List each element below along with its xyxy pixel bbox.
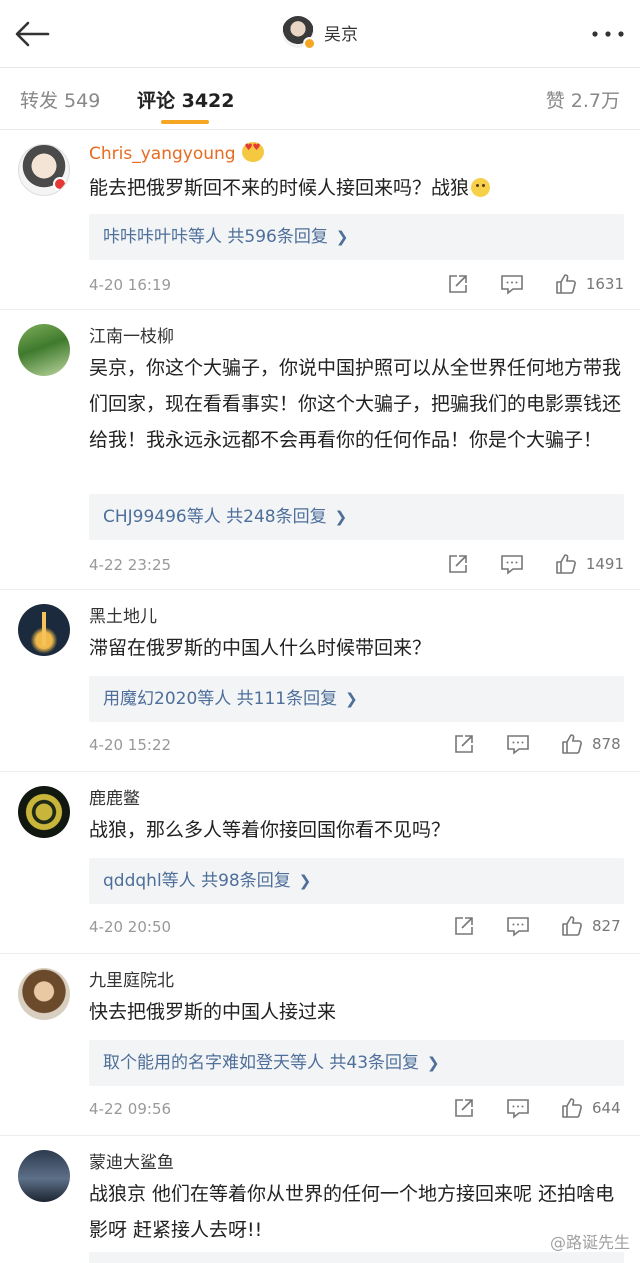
reply-summary[interactable]: qddqhl等人 共98条回复 ❯ (89, 858, 624, 904)
tab-comment[interactable]: 评论 3422 (137, 86, 235, 113)
commenter-name[interactable]: 江南一枝柳 (89, 322, 174, 347)
like-count: 1491 (585, 555, 624, 573)
like-icon[interactable] (552, 550, 580, 578)
tab-like[interactable]: 赞 2.7万 (546, 86, 620, 113)
comment-actions: 1491 (418, 550, 624, 578)
like-icon[interactable] (552, 270, 580, 298)
tab-forward[interactable]: 转发 549 (20, 86, 100, 113)
chevron-right-icon: ❯ (335, 228, 349, 246)
share-icon[interactable] (450, 730, 478, 758)
watermark: @路诞先生 (549, 1233, 630, 1252)
like-count: 827 (592, 917, 621, 935)
commenter-avatar[interactable] (18, 1150, 70, 1202)
verified-badge-icon (303, 37, 316, 50)
chevron-right-icon: ❯ (298, 872, 312, 890)
comment-time: 4-20 15:22 (89, 736, 172, 754)
comment-item: 蒙迪大鲨鱼 战狼京 他们在等着你从世界的任何一个地方接回来呢 还拍啥电影呀 赶紧… (0, 1136, 640, 1263)
commenter-name[interactable]: 黑土地儿 (89, 602, 157, 627)
commenter-avatar[interactable] (18, 786, 70, 838)
chevron-right-icon: ❯ (427, 1054, 440, 1072)
comment-item: 黑土地儿 滞留在俄罗斯的中国人什么时候带回来？ 用魔幻2020等人 共111条回… (0, 590, 640, 772)
author-avatar[interactable] (282, 16, 316, 50)
comment-time: 4-20 16:19 (89, 276, 172, 294)
share-icon[interactable] (444, 270, 472, 298)
comment-list: Chris_yangyoung 能去把俄罗斯回不来的时候人接回来吗？战狼 咔咔咔… (0, 130, 640, 1263)
chevron-right-icon: ❯ (334, 508, 348, 526)
comment-time: 4-22 23:25 (89, 556, 172, 574)
commenter-avatar[interactable] (18, 604, 70, 656)
commenter-avatar[interactable] (18, 144, 70, 196)
comment-text: 战狼京 他们在等着你从世界的任何一个地方接回来呢 还拍啥电影呀 赶紧接人去呀!! (89, 1183, 615, 1241)
comment-icon[interactable] (504, 1094, 532, 1122)
reply-summary[interactable]: CHJ99496等人 共248条回复 ❯ (89, 494, 624, 540)
comment-item: 鹿鹿鳖 战狼，那么多人等着你接回国你看不见吗？ qddqhl等人 共98条回复 ❯… (0, 772, 640, 954)
tower-image (42, 612, 46, 646)
comment-icon[interactable] (498, 270, 526, 298)
active-tab-indicator (161, 120, 209, 124)
comment-actions: 878 (424, 730, 624, 758)
comment-actions: 644 (424, 1094, 624, 1122)
title-area: 吴京 (0, 16, 640, 52)
heart-eyes-emoji-icon (241, 142, 264, 162)
comment-item: 九里庭院北 快去把俄罗斯的中国人接过来 取个能用的名字难如登天等人 共43条回复… (0, 954, 640, 1136)
comment-icon[interactable] (504, 730, 532, 758)
like-icon[interactable] (558, 912, 586, 940)
comment-item: Chris_yangyoung 能去把俄罗斯回不来的时候人接回来吗？战狼 咔咔咔… (0, 130, 640, 310)
red-badge-icon (53, 177, 67, 191)
page-title: 吴京 (324, 24, 358, 45)
like-count: 1631 (585, 275, 624, 293)
share-icon[interactable] (444, 550, 472, 578)
like-icon[interactable] (558, 730, 586, 758)
comment-text: 滞留在俄罗斯的中国人什么时候带回来？ (89, 637, 432, 659)
comment-icon[interactable] (504, 912, 532, 940)
reply-summary[interactable]: 用魔幻2020等人 共111条回复 ❯ (89, 676, 624, 722)
commenter-name[interactable]: 鹿鹿鳖 (89, 784, 140, 809)
comment-item: 江南一枝柳 吴京，你这个大骗子，你说中国护照可以从全世界任何地方带我们回家，现在… (0, 310, 640, 590)
comment-text: 吴京，你这个大骗子，你说中国护照可以从全世界任何地方带我们回家，现在看看事实！你… (89, 357, 622, 451)
comment-icon[interactable] (498, 550, 526, 578)
reply-summary[interactable] (89, 1252, 624, 1263)
top-bar: 吴京 (0, 0, 640, 68)
comment-actions: 827 (424, 912, 624, 940)
like-icon[interactable] (558, 1094, 586, 1122)
reply-summary[interactable]: 咔咔咔叶咔等人 共596条回复 ❯ (89, 214, 624, 260)
commenter-name[interactable]: Chris_yangyoung (89, 142, 264, 164)
emoji-icon (471, 178, 491, 197)
like-count: 878 (592, 735, 621, 753)
like-count: 644 (592, 1099, 621, 1117)
comment-actions: 1631 (418, 270, 624, 298)
share-icon[interactable] (450, 1094, 478, 1122)
comment-text: 战狼，那么多人等着你接回国你看不见吗？ (89, 819, 451, 841)
comment-time: 4-22 09:56 (89, 1100, 172, 1118)
comment-time: 4-20 20:50 (89, 918, 172, 936)
commenter-name[interactable]: 蒙迪大鲨鱼 (89, 1148, 174, 1173)
reply-summary[interactable]: 取个能用的名字难如登天等人 共43条回复 ❯ (89, 1040, 624, 1086)
commenter-avatar[interactable] (18, 968, 70, 1020)
more-icon[interactable] (590, 22, 626, 46)
commenter-avatar[interactable] (18, 324, 70, 376)
comment-text: 能去把俄罗斯回不来的时候人接回来吗？战狼 (89, 170, 624, 206)
commenter-name[interactable]: 九里庭院北 (89, 966, 174, 991)
chevron-right-icon: ❯ (345, 690, 358, 708)
tab-bar: 转发 549 评论 3422 赞 2.7万 (0, 68, 640, 130)
share-icon[interactable] (450, 912, 478, 940)
comment-text: 快去把俄罗斯的中国人接过来 (89, 1001, 337, 1023)
